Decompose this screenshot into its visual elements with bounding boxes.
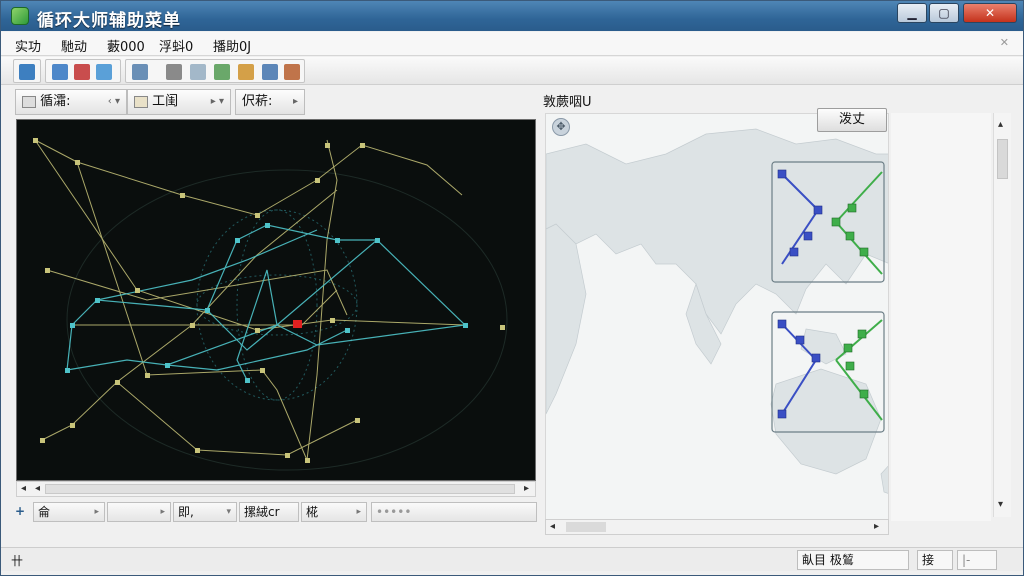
tab-options-arrow: ▸ (292, 96, 298, 107)
maximize-button[interactable]: ▢ (929, 3, 959, 23)
scroll-up-icon[interactable]: ▴ (998, 119, 1003, 130)
bottom-dropdown-4-arrow: ▸ (356, 507, 361, 517)
bottom-dropdown-1[interactable]: 侖 ▸ (33, 502, 105, 522)
map-panel-title: 敦蕨咽U (543, 95, 592, 110)
pan-icon[interactable]: ✥ (552, 118, 570, 136)
tab-cycle-icon (22, 95, 36, 108)
status-bar: 卄 畒目 极鶭 接 |- (1, 547, 1023, 571)
map-side-panel (891, 113, 991, 521)
bottom-dropdown-1-label: 侖 (38, 505, 51, 519)
mdi-close-icon[interactable]: ✕ (1000, 36, 1009, 49)
draw-icon[interactable] (190, 64, 206, 80)
world-map[interactable]: ✥ (545, 113, 889, 521)
settings-icon[interactable] (284, 64, 300, 80)
bottom-dropdown-4[interactable]: 椛 ▸ (301, 502, 367, 522)
document-icon[interactable] (166, 64, 182, 80)
map-panel: 敦蕨咽U ✥ 泼丈 ▴ ▾ ◂ ▸ (543, 87, 1023, 545)
network-graph-canvas[interactable] (16, 119, 536, 481)
bottom-dropdown-2-arrow: ▸ (160, 507, 165, 517)
home-icon[interactable] (238, 64, 254, 80)
title-bar[interactable]: 循环大师辅助菜单 ▁ ▢ ✕ (1, 1, 1023, 31)
map-scroll-left-icon[interactable]: ◂ (550, 521, 555, 532)
map-hscroll-thumb[interactable] (566, 522, 606, 532)
toolbar-group-3 (125, 59, 305, 83)
layout-icon[interactable] (52, 64, 68, 80)
map-horizontal-scrollbar[interactable]: ◂ ▸ (545, 519, 889, 535)
bottom-status-field: ••••• (371, 502, 537, 522)
graph-tabs: 循灀: ‹ ▾ 工闺 ▸ ▾ 伬菥: ▸ (11, 87, 539, 117)
map-canvas (546, 128, 888, 494)
tab-options[interactable]: 伬菥: ▸ (235, 89, 305, 115)
network-graph (33, 138, 508, 471)
selected-node[interactable] (293, 320, 302, 328)
menu-bar: 实功 馳动 藪000 浮蚪0 播助0J ✕ (1, 32, 1023, 56)
bottom-dropdown-4-label: 椛 (306, 505, 319, 519)
graph-horizontal-scrollbar[interactable]: ◂ ◂ ▸ (16, 481, 536, 497)
add-button[interactable]: + (11, 502, 31, 522)
menu-item-1[interactable]: 实功 (15, 36, 41, 55)
bottom-button-filter-label: 摞絨cr (244, 505, 280, 519)
tab-cycle[interactable]: 循灀: ‹ ▾ (15, 89, 127, 115)
bottom-dropdown-1-arrow: ▸ (94, 507, 99, 517)
toolbar (1, 57, 1023, 85)
bottom-dropdown-3-label: 即, (178, 505, 194, 519)
tab-cycle-arrows: ‹ ▾ (107, 96, 120, 107)
menu-item-3[interactable]: 藪000 (107, 36, 145, 55)
tab-tools-label: 工闺 (152, 94, 179, 109)
window-icon[interactable] (132, 64, 148, 80)
scroll-right-icon[interactable]: ▸ (524, 483, 529, 494)
status-field-3: |- (957, 550, 997, 570)
menu-item-4[interactable]: 浮蚪0 (159, 36, 193, 55)
tab-tools-arrows: ▸ ▾ (210, 96, 224, 107)
toolbar-group-2 (45, 59, 121, 83)
status-field-1: 畒目 极鶭 (797, 550, 909, 570)
main-window: 循环大师辅助菜单 ▁ ▢ ✕ 实功 馳动 藪000 浮蚪0 播助0J ✕ 循灀:… (0, 0, 1024, 576)
scroll-down-icon[interactable]: ▾ (998, 499, 1003, 510)
menu-item-2[interactable]: 馳动 (61, 36, 87, 55)
map-vscroll-thumb[interactable] (997, 139, 1008, 179)
scroll-left2-icon[interactable]: ◂ (35, 483, 40, 494)
tab-tools[interactable]: 工闺 ▸ ▾ (127, 89, 231, 115)
bottom-button-filter[interactable]: 摞絨cr (239, 502, 299, 522)
export-icon[interactable] (262, 64, 278, 80)
app-icon (11, 7, 29, 25)
status-field-2: 接 (917, 550, 953, 570)
scroll-left-icon[interactable]: ◂ (21, 483, 26, 494)
menu-item-5[interactable]: 播助0J (213, 36, 251, 55)
globe-icon[interactable] (214, 64, 230, 80)
bottom-dropdown-3[interactable]: 即, ▾ (173, 502, 237, 522)
zoom-button[interactable]: 泼丈 (817, 108, 887, 132)
bottom-dropdown-3-arrow: ▾ (226, 507, 231, 517)
map-vertical-scrollbar[interactable]: ▴ ▾ (993, 113, 1011, 517)
link-icon[interactable] (96, 64, 112, 80)
map-scroll-right-icon[interactable]: ▸ (874, 521, 879, 532)
toolbar-group-1 (13, 59, 41, 83)
close-button[interactable]: ✕ (963, 3, 1017, 23)
tab-cycle-label: 循灀: (40, 94, 71, 109)
tab-options-label: 伬菥: (242, 94, 273, 109)
graph-panel: 循灀: ‹ ▾ 工闺 ▸ ▾ 伬菥: ▸ ◂ ◂ ▸ + 侖 ▸ ▸ 即, ▾ … (11, 87, 539, 523)
graph-bottom-toolbar: + 侖 ▸ ▸ 即, ▾ 摞絨cr 椛 ▸ ••••• (11, 501, 539, 523)
refresh-icon[interactable] (74, 64, 90, 80)
status-left-text: 卄 (11, 554, 24, 568)
bottom-status-dots: ••••• (376, 505, 412, 519)
bottom-dropdown-2[interactable]: ▸ (107, 502, 171, 522)
window-title: 循环大师辅助菜单 (37, 11, 181, 31)
tools-icon (134, 95, 148, 108)
minimize-button[interactable]: ▁ (897, 3, 927, 23)
open-icon[interactable] (19, 64, 35, 80)
graph-outline (66, 169, 508, 471)
scroll-thumb[interactable] (45, 484, 515, 494)
